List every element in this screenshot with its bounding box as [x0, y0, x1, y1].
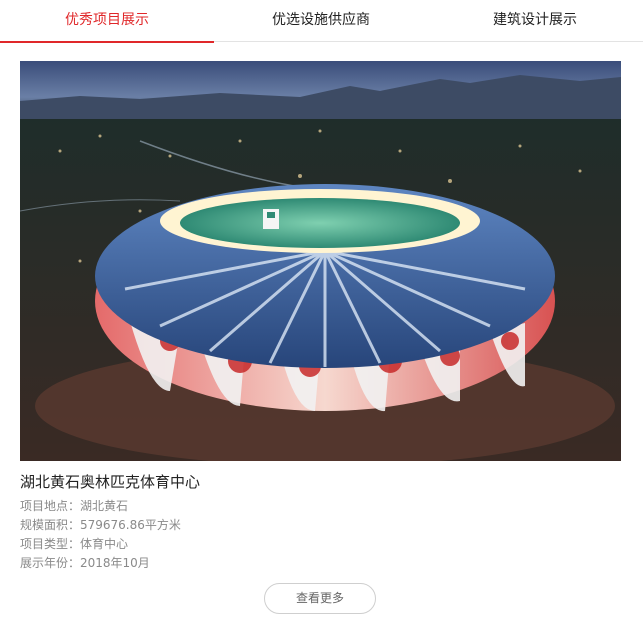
tab-excellent-projects[interactable]: 优秀项目展示	[0, 0, 214, 43]
tab-architecture-design[interactable]: 建筑设计展示	[428, 0, 642, 41]
project-year: 展示年份：2018年10月	[20, 556, 150, 570]
project-title[interactable]: 湖北黄石奥林匹克体育中心	[20, 471, 200, 492]
stadium-image	[20, 61, 621, 461]
tab-preferred-suppliers[interactable]: 优选设施供应商	[214, 0, 428, 41]
category-tabs: 优秀项目展示 优选设施供应商 建筑设计展示	[0, 0, 643, 43]
project-photo[interactable]	[20, 61, 621, 461]
project-location: 项目地点：湖北黄石	[20, 499, 129, 513]
project-area: 规模面积：579676.86平方米	[20, 518, 181, 532]
view-more-button[interactable]: 查看更多	[264, 583, 376, 614]
project-type: 项目类型：体育中心	[20, 537, 129, 551]
